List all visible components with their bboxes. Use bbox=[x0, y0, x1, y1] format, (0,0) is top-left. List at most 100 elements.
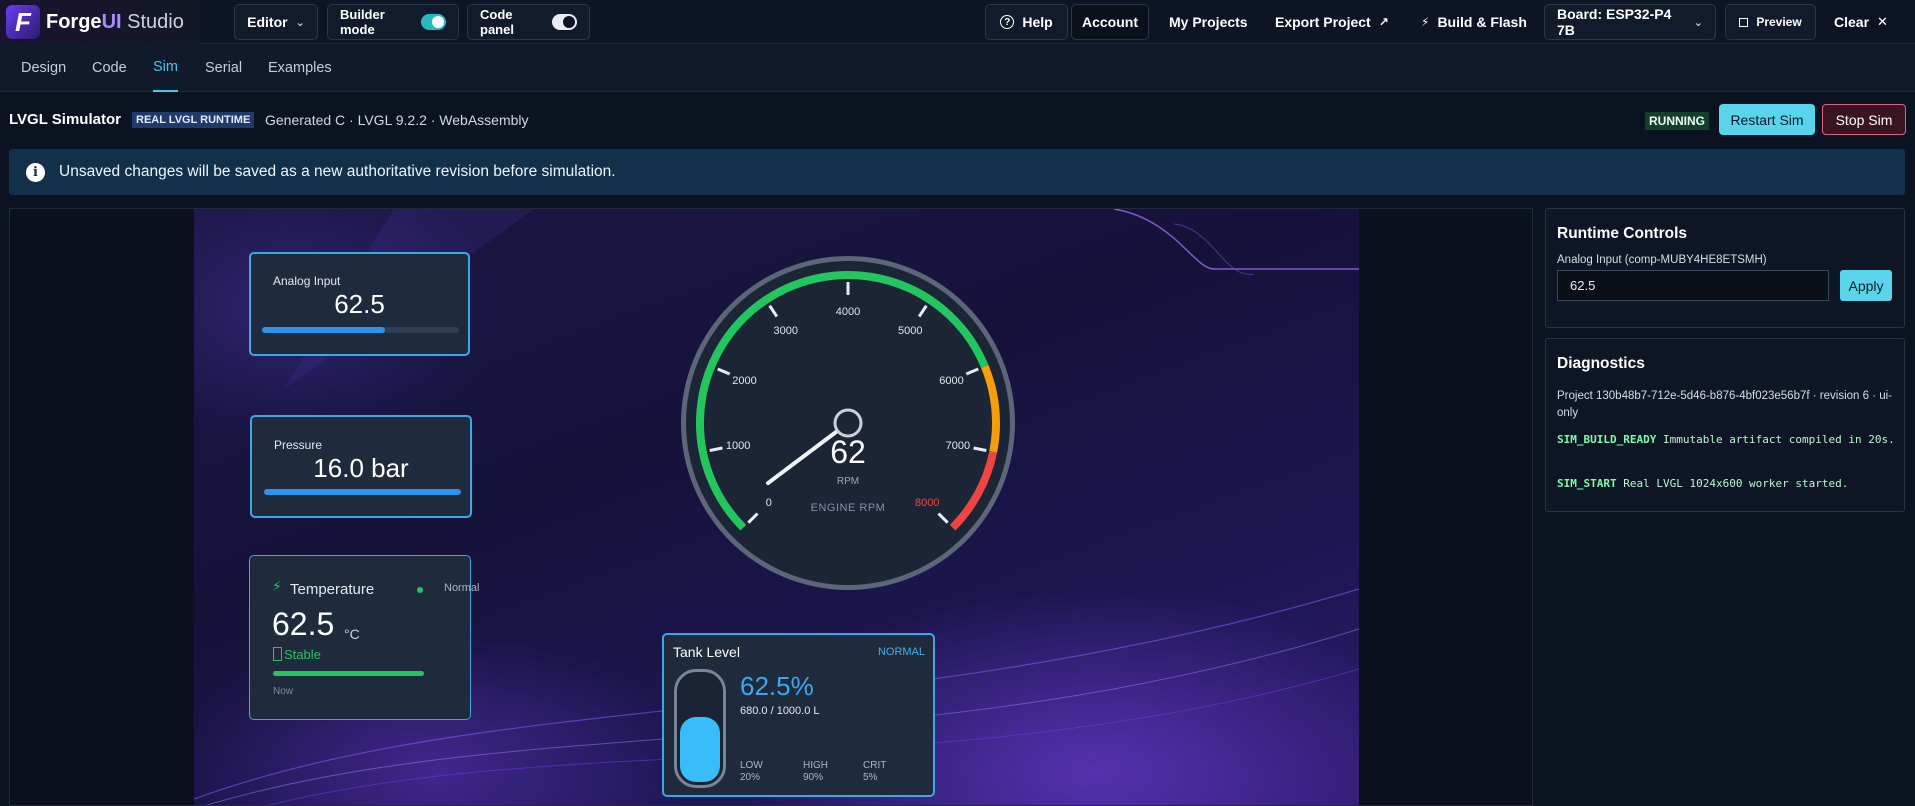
chevron-down-icon: ⌄ bbox=[295, 16, 305, 29]
runtime-controls-title: Runtime Controls bbox=[1557, 225, 1688, 242]
info-icon: i bbox=[26, 162, 45, 182]
info-text: Unsaved changes will be saved as a new a… bbox=[59, 163, 616, 180]
tank-high-value: 90% bbox=[803, 772, 824, 783]
pressure-label: Pressure bbox=[274, 438, 323, 452]
view-tabs: Design Code Sim Serial Examples bbox=[0, 44, 1915, 92]
clear-button[interactable]: Clear ✕ bbox=[1834, 4, 1888, 40]
tab-examples[interactable]: Examples bbox=[268, 44, 332, 92]
pressure-bar bbox=[264, 489, 461, 495]
info-banner: i Unsaved changes will be saved as a new… bbox=[9, 149, 1905, 195]
tab-design[interactable]: Design bbox=[21, 44, 66, 92]
project-info: Project 130b48b7-712e-5d46-b876-4bf023e5… bbox=[1557, 390, 1893, 419]
analog-input-bar-fill bbox=[262, 327, 386, 333]
tab-serial[interactable]: Serial bbox=[205, 44, 242, 92]
temperature-trend: Stable bbox=[284, 647, 321, 662]
analog-input-field[interactable]: 62.5 bbox=[1557, 270, 1829, 301]
builder-mode-label: Builder mode bbox=[340, 7, 385, 37]
tank-crit-label: CRIT bbox=[863, 760, 887, 771]
simulator-subtitle: Generated C · LVGL 9.2.2 · WebAssembly bbox=[265, 112, 529, 128]
runtime-controls-panel: Runtime Controls Analog Input (comp-MUBY… bbox=[1545, 208, 1905, 328]
trend-icon bbox=[273, 647, 282, 661]
gauge-caption: ENGINE RPM bbox=[810, 502, 886, 514]
my-projects-link[interactable]: My Projects bbox=[1169, 4, 1248, 40]
preview-button[interactable]: Preview bbox=[1725, 4, 1816, 40]
tank-level-card[interactable]: Tank Level NORMAL 62.5% 680.0 / 1000.0 L… bbox=[662, 633, 935, 797]
gauge-tick-label: 6000 bbox=[939, 375, 963, 387]
editor-dropdown[interactable]: Editor ⌄ bbox=[234, 4, 318, 40]
help-button[interactable]: ? Help bbox=[985, 4, 1068, 40]
restart-sim-button[interactable]: Restart Sim bbox=[1719, 104, 1815, 135]
build-flash-button[interactable]: ⚡ Build & Flash bbox=[1421, 4, 1527, 40]
temperature-value: 62.5 bbox=[272, 606, 335, 642]
gauge-unit: RPM bbox=[836, 476, 860, 487]
tab-code[interactable]: Code bbox=[92, 44, 127, 92]
account-label: Account bbox=[1082, 14, 1138, 30]
tank-fill bbox=[680, 717, 720, 782]
board-label: Board: ESP32-P4 7B bbox=[1557, 6, 1672, 38]
stop-sim-button[interactable]: Stop Sim bbox=[1822, 104, 1906, 135]
code-panel-switch[interactable] bbox=[551, 14, 577, 30]
tank-vessel bbox=[674, 669, 726, 788]
build-flash-label: Build & Flash bbox=[1437, 14, 1527, 30]
clear-label: Clear bbox=[1834, 14, 1870, 30]
preview-icon bbox=[1739, 17, 1749, 27]
status-dot bbox=[417, 587, 423, 593]
analog-input-field-label: Analog Input (comp-MUBY4HE8ETSMH) bbox=[1557, 254, 1767, 266]
temperature-time: Now bbox=[273, 686, 294, 697]
simulator-header: LVGL Simulator REAL LVGL RUNTIME Generat… bbox=[0, 92, 1915, 148]
apply-button[interactable]: Apply bbox=[1840, 270, 1892, 301]
app-name: ForgeUI Studio bbox=[46, 10, 184, 33]
builder-mode-toggle[interactable]: Builder mode bbox=[327, 4, 459, 40]
tank-low-label: LOW bbox=[740, 760, 763, 771]
diagnostics-panel: Diagnostics Project 130b48b7-712e-5d46-b… bbox=[1545, 338, 1905, 512]
log-entry: SIM_START Real LVGL 1024x600 worker star… bbox=[1557, 477, 1849, 490]
help-icon: ? bbox=[1000, 15, 1015, 29]
close-icon: ✕ bbox=[1877, 14, 1888, 29]
pressure-value: 16.0 bar bbox=[313, 453, 409, 483]
builder-mode-switch[interactable] bbox=[421, 14, 446, 30]
lvgl-screen[interactable]: Analog Input 62.5 Pressure 16.0 bar ⚡ Te… bbox=[194, 209, 1359, 805]
temperature-card[interactable]: ⚡ Temperature Normal 62.5 °C Stable Now bbox=[249, 555, 479, 720]
analog-input-bar bbox=[262, 327, 459, 333]
bolt-icon: ⚡ bbox=[272, 578, 282, 594]
tank-crit-value: 5% bbox=[863, 772, 878, 783]
export-project-label: Export Project bbox=[1275, 14, 1371, 30]
code-panel-toggle[interactable]: Code panel bbox=[467, 4, 590, 40]
tank-high-label: HIGH bbox=[803, 760, 828, 771]
tank-low-value: 20% bbox=[740, 772, 761, 783]
gauge-value: 62 bbox=[830, 434, 866, 470]
help-label: Help bbox=[1022, 14, 1053, 30]
bolt-icon: ⚡ bbox=[1421, 15, 1430, 29]
log-entry: SIM_BUILD_READY Immutable artifact compi… bbox=[1557, 433, 1895, 446]
temperature-bar bbox=[273, 671, 424, 676]
app-logo[interactable]: F ForgeUI Studio bbox=[0, 0, 200, 44]
diagnostics-title: Diagnostics bbox=[1557, 355, 1645, 372]
temperature-label: Temperature bbox=[290, 581, 375, 598]
tank-status: NORMAL bbox=[877, 646, 925, 658]
chevron-down-icon: ⌄ bbox=[1693, 16, 1703, 29]
account-button[interactable]: Account bbox=[1071, 4, 1149, 40]
temperature-status: Normal bbox=[444, 582, 480, 594]
analog-input-label: Analog Input bbox=[273, 274, 341, 288]
analog-input-value: 62.5 bbox=[334, 289, 385, 319]
status-badge: RUNNING bbox=[1645, 112, 1709, 130]
pressure-bar-fill bbox=[264, 489, 461, 495]
temperature-unit: °C bbox=[344, 626, 360, 642]
code-panel-label: Code panel bbox=[480, 7, 514, 37]
gauge-tick-label: 3000 bbox=[774, 325, 798, 337]
simulator-viewport[interactable]: Analog Input 62.5 Pressure 16.0 bar ⚡ Te… bbox=[9, 208, 1533, 806]
editor-label: Editor bbox=[247, 14, 288, 30]
tab-sim[interactable]: Sim bbox=[153, 44, 178, 92]
gauge-graphic: 010002000300040005000600070008000 bbox=[681, 256, 1015, 590]
analog-input-card[interactable]: Analog Input 62.5 bbox=[249, 252, 470, 356]
tank-percent: 62.5% bbox=[740, 671, 814, 701]
external-link-icon: ↗ bbox=[1378, 15, 1389, 29]
pressure-card[interactable]: Pressure 16.0 bar bbox=[250, 415, 472, 518]
gauge-hub bbox=[833, 408, 863, 438]
preview-label: Preview bbox=[1756, 15, 1802, 29]
board-select[interactable]: Board: ESP32-P4 7B ⌄ bbox=[1544, 4, 1716, 40]
my-projects-label: My Projects bbox=[1169, 14, 1248, 30]
export-project-link[interactable]: Export Project ↗ bbox=[1275, 4, 1389, 40]
gauge-tick-label: 5000 bbox=[898, 325, 922, 337]
engine-rpm-gauge[interactable]: 0 1000 2000 3000 4000 5000 6000 7000 8000 62 RPM… bbox=[678, 253, 1018, 593]
